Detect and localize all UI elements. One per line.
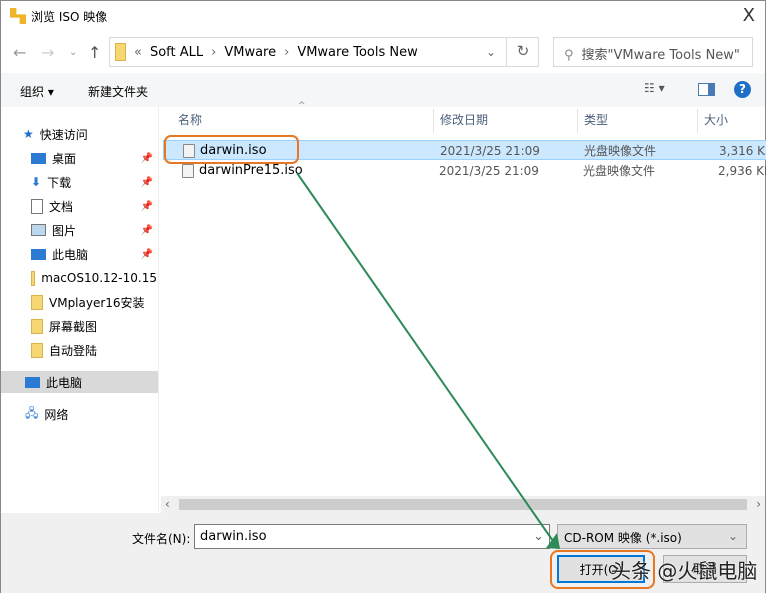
sidebar-label: VMplayer16安装: [49, 295, 145, 310]
organize-button[interactable]: 组织 ▾: [20, 83, 54, 100]
toolbar: 组织 ▾ 新建文件夹 ☷ ▾ ?: [1, 73, 765, 107]
sidebar-network[interactable]: 🖧 网络: [25, 403, 151, 425]
filename-dropdown-icon[interactable]: ⌄: [533, 529, 544, 544]
preview-pane-icon[interactable]: [698, 83, 715, 96]
search-icon: ⚲: [564, 48, 574, 63]
pin-icon: 📌: [140, 176, 153, 188]
watermark: 头条 @火鼠电脑: [611, 559, 758, 583]
window-title: 浏览 ISO 映像: [31, 10, 108, 24]
bottom-panel: 文件名(N): darwin.iso ⌄ CD-ROM 映像 (*.iso) ⌄ 打…: [1, 513, 765, 593]
folder-icon: [31, 270, 36, 286]
pin-icon: 📌: [140, 200, 153, 212]
sidebar-item-autologin[interactable]: 自动登陆: [31, 339, 157, 361]
folder-icon: [31, 318, 43, 334]
pictures-icon: [31, 224, 46, 236]
breadcrumb-vmware-tools-new[interactable]: VMware Tools New: [297, 45, 417, 60]
desktop-icon: [31, 152, 46, 164]
close-button[interactable]: X: [743, 5, 755, 26]
forward-icon[interactable]: →: [41, 43, 54, 62]
refresh-icon[interactable]: ↻: [506, 37, 539, 67]
breadcrumb-vmware[interactable]: VMware: [224, 45, 276, 60]
sidebar-item-screenshots[interactable]: 屏幕截图: [31, 315, 157, 337]
filter-dropdown-icon: ⌄: [727, 529, 738, 543]
up-icon[interactable]: ↑: [88, 43, 101, 62]
computer-icon: [31, 248, 46, 260]
folder-icon: [115, 43, 126, 61]
file-size: 3,316 KB: [719, 144, 766, 158]
document-icon: [31, 198, 43, 214]
highlight-box: [164, 135, 299, 164]
search-placeholder: 搜索"VMware Tools New": [581, 48, 740, 63]
scroll-thumb[interactable]: [179, 499, 747, 510]
recent-dropdown-icon[interactable]: ⌄: [69, 47, 77, 58]
sidebar-label: 下载: [47, 175, 72, 190]
computer-icon: [25, 376, 40, 388]
sidebar-label: macOS10.12-10.15: [41, 271, 157, 285]
file-dialog: 浏览 ISO 映像 X ← → ⌄ ↑ « Soft ALL › VMware …: [0, 0, 766, 593]
filename-input[interactable]: darwin.iso ⌄: [194, 524, 550, 549]
column-header-date[interactable]: 修改日期: [434, 109, 578, 133]
sidebar-item-macos[interactable]: macOS10.12-10.15: [31, 267, 157, 289]
sidebar-item-this-pc-quick[interactable]: 此电脑 📌: [31, 243, 157, 265]
star-icon: ★: [23, 127, 34, 141]
scroll-right-icon[interactable]: ›: [756, 497, 761, 511]
network-icon: 🖧: [25, 405, 39, 420]
pin-icon: 📌: [140, 152, 153, 164]
file-name: darwinPre15.iso: [199, 163, 303, 178]
sidebar-item-pictures[interactable]: 图片 📌: [31, 219, 157, 241]
file-row[interactable]: darwinPre15.iso 2021/3/25 21:09 光盘映像文件 2…: [163, 161, 766, 181]
scroll-left-icon[interactable]: ‹: [165, 497, 170, 511]
filter-value: CD-ROM 映像 (*.iso): [564, 531, 682, 545]
arrow-line: [296, 172, 554, 542]
vmware-icon: [10, 8, 26, 24]
filename-value: darwin.iso: [200, 529, 267, 544]
sidebar-label: 快速访问: [39, 127, 88, 142]
sidebar-item-vmplayer[interactable]: VMplayer16安装: [31, 291, 157, 313]
sidebar-item-documents[interactable]: 文档 📌: [31, 195, 157, 217]
column-header-type[interactable]: 类型: [578, 109, 698, 133]
sidebar-label: 屏幕截图: [49, 319, 98, 334]
horizontal-scrollbar[interactable]: ‹ ›: [161, 496, 765, 513]
folder-icon: [31, 342, 43, 358]
sidebar-item-desktop[interactable]: 桌面 📌: [31, 147, 157, 169]
file-type: 光盘映像文件: [584, 144, 657, 158]
sidebar-label: 文档: [49, 199, 74, 214]
sidebar-label: 自动登陆: [49, 343, 98, 358]
navigation-pane: ★ 快速访问 桌面 📌 ⬇ 下载 📌 文档 📌 图片 📌 此电脑 📌 macOS10.12-1…: [1, 107, 159, 511]
column-header-size[interactable]: 大小: [698, 109, 766, 133]
pin-icon: 📌: [140, 224, 153, 236]
overflow-chevron[interactable]: «: [134, 45, 142, 60]
column-header-name[interactable]: 名称: [172, 109, 434, 133]
file-date: 2021/3/25 21:09: [439, 164, 539, 178]
search-input[interactable]: ⚲ 搜索"VMware Tools New": [553, 37, 753, 67]
back-icon[interactable]: ←: [13, 43, 26, 62]
sidebar-label: 图片: [52, 223, 77, 238]
sidebar-label: 网络: [44, 407, 69, 422]
address-dropdown-icon[interactable]: ⌄: [486, 45, 496, 59]
breadcrumb-soft-all[interactable]: Soft ALL: [150, 45, 203, 60]
file-type: 光盘映像文件: [583, 164, 656, 178]
iso-file-icon: [182, 164, 194, 178]
sidebar-label: 此电脑: [46, 375, 83, 390]
view-options-icon[interactable]: ☷ ▾: [644, 81, 665, 95]
file-date: 2021/3/25 21:09: [440, 144, 540, 158]
pin-icon: 📌: [140, 248, 153, 260]
file-type-filter[interactable]: CD-ROM 映像 (*.iso) ⌄: [557, 524, 747, 549]
sidebar-quick-access[interactable]: ★ 快速访问: [23, 123, 149, 145]
sidebar-this-pc[interactable]: 此电脑: [1, 371, 158, 393]
sidebar-item-downloads[interactable]: ⬇ 下载 📌: [31, 171, 157, 193]
address-bar[interactable]: « Soft ALL › VMware › VMware Tools New ⌄: [109, 37, 539, 67]
download-icon: ⬇: [31, 175, 42, 189]
help-icon[interactable]: ?: [734, 81, 751, 98]
sort-up-icon: ^: [298, 101, 306, 111]
folder-icon: [31, 294, 43, 310]
file-size: 2,936 KB: [718, 164, 766, 178]
new-folder-button[interactable]: 新建文件夹: [88, 83, 148, 100]
filename-label: 文件名(N):: [132, 532, 191, 546]
sidebar-label: 桌面: [52, 151, 77, 166]
sidebar-label: 此电脑: [52, 247, 89, 262]
